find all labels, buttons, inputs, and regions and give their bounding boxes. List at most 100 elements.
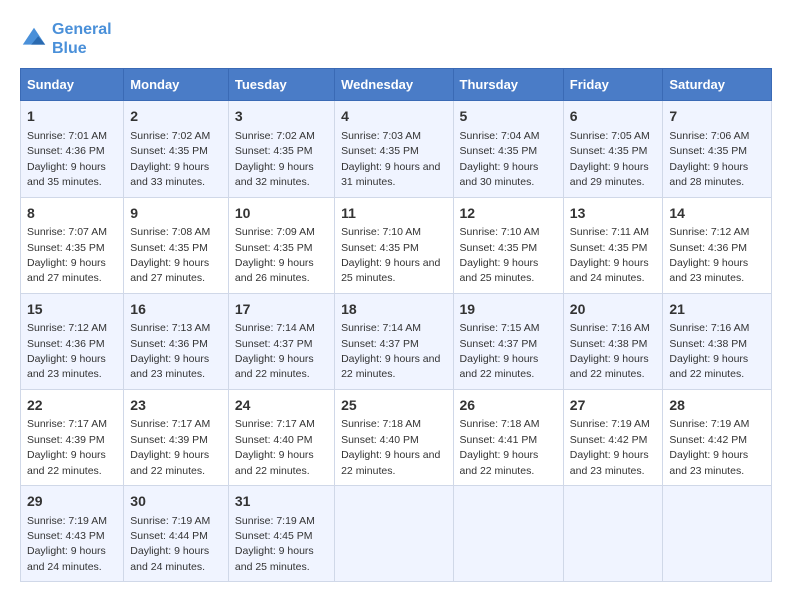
daylight-text: Daylight: 9 hours and 22 minutes. xyxy=(341,353,440,380)
day-cell: 10 Sunrise: 7:09 AM Sunset: 4:35 PM Dayligh… xyxy=(228,197,334,293)
header: General Blue xyxy=(20,20,772,58)
day-number: 16 xyxy=(130,300,222,320)
daylight-text: Daylight: 9 hours and 23 minutes. xyxy=(669,449,748,476)
day-cell: 27Sunrise: 7:19 AMSunset: 4:42 PMDayligh… xyxy=(563,389,663,485)
daylight-text: Daylight: 9 hours and 22 minutes. xyxy=(130,449,209,476)
day-cell: 31Sunrise: 7:19 AMSunset: 4:45 PMDayligh… xyxy=(228,486,334,582)
day-cell: 9Sunrise: 7:08 AMSunset: 4:35 PMDaylight… xyxy=(124,197,229,293)
daylight-text: Daylight: 9 hours and 24 minutes. xyxy=(27,545,106,572)
daylight-text: Daylight: 9 hours and 22 minutes. xyxy=(460,353,539,380)
day-cell: 24Sunrise: 7:17 AMSunset: 4:40 PMDayligh… xyxy=(228,389,334,485)
day-cell: 3Sunrise: 7:02 AMSunset: 4:35 PMDaylight… xyxy=(228,101,334,197)
daylight-text: Daylight: 9 hours and 22 minutes. xyxy=(669,353,748,380)
day-cell: 20 Sunrise: 7:16 AM Sunset: 4:38 PM Dayligh… xyxy=(563,293,663,389)
sunrise-text: Sunrise: 7:09 AM xyxy=(235,226,315,238)
day-cell: 13Sunrise: 7:11 AMSunset: 4:35 PMDayligh… xyxy=(563,197,663,293)
sunset-text: Sunset: 4:37 PM xyxy=(460,338,538,350)
day-number: 2 xyxy=(130,107,222,127)
sunset-text: Sunset: 4:36 PM xyxy=(27,338,105,350)
sunrise-text: Sunrise: 7:10 AM xyxy=(341,226,421,238)
logo-text: General Blue xyxy=(52,20,112,58)
day-cell: 11Sunrise: 7:10 AMSunset: 4:35 PMDayligh… xyxy=(335,197,453,293)
sunset-text: Sunset: 4:45 PM xyxy=(235,530,313,542)
sunset-text: Sunset: 4:42 PM xyxy=(570,434,648,446)
sunrise-text: Sunrise: 7:16 AM xyxy=(669,322,749,334)
day-number: 28 xyxy=(669,396,765,416)
sunset-text: Sunset: 4:39 PM xyxy=(130,434,208,446)
sunset-text: Sunset: 4:40 PM xyxy=(235,434,313,446)
sunrise-text: Sunrise: 7:03 AM xyxy=(341,130,421,142)
daylight-text: Daylight: 9 hours and 33 minutes. xyxy=(130,161,209,188)
day-cell: 19Sunrise: 7:15 AMSunset: 4:37 PMDayligh… xyxy=(453,293,563,389)
sunrise-text: Sunrise: 7:10 AM xyxy=(460,226,540,238)
sunrise-text: Sunrise: 7:18 AM xyxy=(460,418,540,430)
day-number: 25 xyxy=(341,396,446,416)
day-number: 20 xyxy=(570,300,657,320)
sunset-text: Sunset: 4:36 PM xyxy=(27,145,105,157)
sunrise-text: Sunrise: 7:07 AM xyxy=(27,226,107,238)
day-number: 1 xyxy=(27,107,117,127)
sunset-text: Sunset: 4:35 PM xyxy=(570,145,648,157)
daylight-text: Daylight: 9 hours and 25 minutes. xyxy=(341,257,440,284)
day-cell: 6Sunrise: 7:05 AMSunset: 4:35 PMDaylight… xyxy=(563,101,663,197)
daylight-text: Daylight: 9 hours and 32 minutes. xyxy=(235,161,314,188)
daylight-text: Daylight: 9 hours and 30 minutes. xyxy=(460,161,539,188)
daylight-text: Daylight: 9 hours and 26 minutes. xyxy=(235,257,314,284)
day-number: 22 xyxy=(27,396,117,416)
daylight-text: Daylight: 9 hours and 22 minutes. xyxy=(570,353,649,380)
sunset-text: Sunset: 4:35 PM xyxy=(669,145,747,157)
sunrise-text: Sunrise: 7:17 AM xyxy=(235,418,315,430)
sunset-text: Sunset: 4:43 PM xyxy=(27,530,105,542)
day-cell: 15Sunrise: 7:12 AMSunset: 4:36 PMDayligh… xyxy=(21,293,124,389)
day-number: 29 xyxy=(27,492,117,512)
sunset-text: Sunset: 4:35 PM xyxy=(27,242,105,254)
day-number: 17 xyxy=(235,300,328,320)
day-cell xyxy=(563,486,663,582)
day-number: 30 xyxy=(130,492,222,512)
col-header-thursday: Thursday xyxy=(453,69,563,101)
sunrise-text: Sunrise: 7:15 AM xyxy=(460,322,540,334)
day-number: 5 xyxy=(460,107,557,127)
sunrise-text: Sunrise: 7:08 AM xyxy=(130,226,210,238)
day-cell: 30Sunrise: 7:19 AMSunset: 4:44 PMDayligh… xyxy=(124,486,229,582)
day-number: 9 xyxy=(130,204,222,224)
day-number: 31 xyxy=(235,492,328,512)
sunset-text: Sunset: 4:37 PM xyxy=(235,338,313,350)
day-cell: 17Sunrise: 7:14 AMSunset: 4:37 PMDayligh… xyxy=(228,293,334,389)
daylight-text: Daylight: 9 hours and 31 minutes. xyxy=(341,161,440,188)
sunset-text: Sunset: 4:38 PM xyxy=(669,338,747,350)
daylight-text: Daylight: 9 hours and 27 minutes. xyxy=(27,257,106,284)
sunset-text: Sunset: 4:36 PM xyxy=(669,242,747,254)
day-cell xyxy=(335,486,453,582)
week-row-3: 15Sunrise: 7:12 AMSunset: 4:36 PMDayligh… xyxy=(21,293,772,389)
sunset-text: Sunset: 4:38 PM xyxy=(570,338,648,350)
day-cell: 2Sunrise: 7:02 AMSunset: 4:35 PMDaylight… xyxy=(124,101,229,197)
sunrise-text: Sunrise: 7:16 AM xyxy=(570,322,650,334)
sunrise-text: Sunrise: 7:19 AM xyxy=(130,515,210,527)
day-cell: 1Sunrise: 7:01 AMSunset: 4:36 PMDaylight… xyxy=(21,101,124,197)
day-number: 13 xyxy=(570,204,657,224)
daylight-text: Daylight: 9 hours and 29 minutes. xyxy=(570,161,649,188)
day-number: 14 xyxy=(669,204,765,224)
sunset-text: Sunset: 4:35 PM xyxy=(235,242,313,254)
day-cell xyxy=(453,486,563,582)
day-cell xyxy=(663,486,772,582)
day-cell: 26 Sunrise: 7:18 AM Sunset: 4:41 PM Dayligh… xyxy=(453,389,563,485)
daylight-text: Daylight: 9 hours and 25 minutes. xyxy=(460,257,539,284)
daylight-text: Daylight: 9 hours and 22 minutes. xyxy=(235,449,314,476)
day-number: 7 xyxy=(669,107,765,127)
day-cell: 14Sunrise: 7:12 AMSunset: 4:36 PMDayligh… xyxy=(663,197,772,293)
day-cell: 7Sunrise: 7:06 AMSunset: 4:35 PMDaylight… xyxy=(663,101,772,197)
daylight-text: Daylight: 9 hours and 22 minutes. xyxy=(460,449,539,476)
sunrise-text: Sunrise: 7:05 AM xyxy=(570,130,650,142)
day-number: 10 xyxy=(235,204,328,224)
col-header-friday: Friday xyxy=(563,69,663,101)
sunset-text: Sunset: 4:35 PM xyxy=(235,145,313,157)
day-cell: 21Sunrise: 7:16 AMSunset: 4:38 PMDayligh… xyxy=(663,293,772,389)
sunset-text: Sunset: 4:39 PM xyxy=(27,434,105,446)
week-row-4: 22 Sunrise: 7:17 AM Sunset: 4:39 PM Dayligh… xyxy=(21,389,772,485)
sunset-text: Sunset: 4:41 PM xyxy=(460,434,538,446)
daylight-text: Daylight: 9 hours and 27 minutes. xyxy=(130,257,209,284)
day-number: 26 xyxy=(460,396,557,416)
day-number: 15 xyxy=(27,300,117,320)
